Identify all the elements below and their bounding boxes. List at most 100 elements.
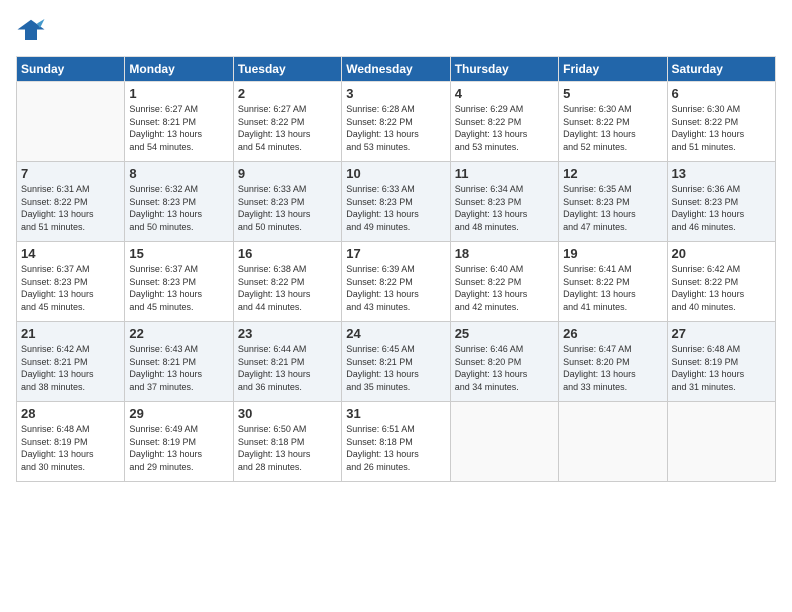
page: SundayMondayTuesdayWednesdayThursdayFrid… — [0, 0, 792, 612]
day-info: Sunrise: 6:37 AM Sunset: 8:23 PM Dayligh… — [129, 263, 228, 313]
day-number: 5 — [563, 86, 662, 101]
day-cell: 6 Sunrise: 6:30 AM Sunset: 8:22 PM Daylig… — [667, 82, 775, 162]
day-cell — [450, 402, 558, 482]
day-number: 25 — [455, 326, 554, 341]
day-number: 4 — [455, 86, 554, 101]
day-cell: 1 Sunrise: 6:27 AM Sunset: 8:21 PM Daylig… — [125, 82, 233, 162]
day-cell: 3 Sunrise: 6:28 AM Sunset: 8:22 PM Daylig… — [342, 82, 450, 162]
day-info: Sunrise: 6:28 AM Sunset: 8:22 PM Dayligh… — [346, 103, 445, 153]
col-header-saturday: Saturday — [667, 57, 775, 82]
day-number: 13 — [672, 166, 771, 181]
day-info: Sunrise: 6:37 AM Sunset: 8:23 PM Dayligh… — [21, 263, 120, 313]
day-info: Sunrise: 6:33 AM Sunset: 8:23 PM Dayligh… — [238, 183, 337, 233]
day-cell: 17 Sunrise: 6:39 AM Sunset: 8:22 PM Dayli… — [342, 242, 450, 322]
day-cell — [17, 82, 125, 162]
day-info: Sunrise: 6:47 AM Sunset: 8:20 PM Dayligh… — [563, 343, 662, 393]
day-number: 7 — [21, 166, 120, 181]
day-number: 2 — [238, 86, 337, 101]
day-cell: 12Sunrise: 6:35 AM Sunset: 8:23 PM Dayli… — [559, 162, 667, 242]
day-cell: 15 Sunrise: 6:37 AM Sunset: 8:23 PM Dayli… — [125, 242, 233, 322]
day-cell: 29Sunrise: 6:49 AM Sunset: 8:19 PM Dayli… — [125, 402, 233, 482]
day-number: 8 — [129, 166, 228, 181]
day-cell: 8 Sunrise: 6:32 AM Sunset: 8:23 PM Daylig… — [125, 162, 233, 242]
day-cell: 9 Sunrise: 6:33 AM Sunset: 8:23 PM Daylig… — [233, 162, 341, 242]
day-cell: 20 Sunrise: 6:42 AM Sunset: 8:22 PM Dayli… — [667, 242, 775, 322]
logo — [16, 16, 50, 46]
col-header-tuesday: Tuesday — [233, 57, 341, 82]
day-info: Sunrise: 6:38 AM Sunset: 8:22 PM Dayligh… — [238, 263, 337, 313]
day-number: 18 — [455, 246, 554, 261]
day-number: 29 — [129, 406, 228, 421]
day-info: Sunrise: 6:42 AM Sunset: 8:22 PM Dayligh… — [672, 263, 771, 313]
day-info: Sunrise: 6:29 AM Sunset: 8:22 PM Dayligh… — [455, 103, 554, 153]
day-cell: 13 Sunrise: 6:36 AM Sunset: 8:23 PM Dayli… — [667, 162, 775, 242]
day-cell: 21 Sunrise: 6:42 AM Sunset: 8:21 PM Dayli… — [17, 322, 125, 402]
day-info: Sunrise: 6:43 AM Sunset: 8:21 PM Dayligh… — [129, 343, 228, 393]
day-number: 28 — [21, 406, 120, 421]
day-number: 11 — [455, 166, 554, 181]
week-row-2: 7 Sunrise: 6:31 AM Sunset: 8:22 PM Daylig… — [17, 162, 776, 242]
day-cell: 11Sunrise: 6:34 AM Sunset: 8:23 PM Dayli… — [450, 162, 558, 242]
day-cell: 19Sunrise: 6:41 AM Sunset: 8:22 PM Dayli… — [559, 242, 667, 322]
day-number: 15 — [129, 246, 228, 261]
day-info: Sunrise: 6:31 AM Sunset: 8:22 PM Dayligh… — [21, 183, 120, 233]
day-number: 6 — [672, 86, 771, 101]
day-info: Sunrise: 6:30 AM Sunset: 8:22 PM Dayligh… — [672, 103, 771, 153]
col-header-thursday: Thursday — [450, 57, 558, 82]
day-info: Sunrise: 6:33 AM Sunset: 8:23 PM Dayligh… — [346, 183, 445, 233]
day-cell: 10 Sunrise: 6:33 AM Sunset: 8:23 PM Dayli… — [342, 162, 450, 242]
day-info: Sunrise: 6:27 AM Sunset: 8:21 PM Dayligh… — [129, 103, 228, 153]
day-number: 17 — [346, 246, 445, 261]
day-cell: 14 Sunrise: 6:37 AM Sunset: 8:23 PM Dayli… — [17, 242, 125, 322]
day-number: 19 — [563, 246, 662, 261]
week-row-1: 1 Sunrise: 6:27 AM Sunset: 8:21 PM Daylig… — [17, 82, 776, 162]
day-number: 14 — [21, 246, 120, 261]
day-info: Sunrise: 6:51 AM Sunset: 8:18 PM Dayligh… — [346, 423, 445, 473]
day-number: 9 — [238, 166, 337, 181]
day-info: Sunrise: 6:42 AM Sunset: 8:21 PM Dayligh… — [21, 343, 120, 393]
day-cell: 24 Sunrise: 6:45 AM Sunset: 8:21 PM Dayli… — [342, 322, 450, 402]
day-info: Sunrise: 6:35 AM Sunset: 8:23 PM Dayligh… — [563, 183, 662, 233]
day-cell: 4 Sunrise: 6:29 AM Sunset: 8:22 PM Daylig… — [450, 82, 558, 162]
day-number: 30 — [238, 406, 337, 421]
day-cell — [667, 402, 775, 482]
day-info: Sunrise: 6:45 AM Sunset: 8:21 PM Dayligh… — [346, 343, 445, 393]
day-cell: 23Sunrise: 6:44 AM Sunset: 8:21 PM Dayli… — [233, 322, 341, 402]
col-header-friday: Friday — [559, 57, 667, 82]
day-cell: 27 Sunrise: 6:48 AM Sunset: 8:19 PM Dayli… — [667, 322, 775, 402]
day-cell: 7 Sunrise: 6:31 AM Sunset: 8:22 PM Daylig… — [17, 162, 125, 242]
day-cell: 18Sunrise: 6:40 AM Sunset: 8:22 PM Dayli… — [450, 242, 558, 322]
day-info: Sunrise: 6:32 AM Sunset: 8:23 PM Dayligh… — [129, 183, 228, 233]
day-cell — [559, 402, 667, 482]
day-cell: 5 Sunrise: 6:30 AM Sunset: 8:22 PM Daylig… — [559, 82, 667, 162]
header — [16, 16, 776, 46]
day-cell: 22Sunrise: 6:43 AM Sunset: 8:21 PM Dayli… — [125, 322, 233, 402]
header-row: SundayMondayTuesdayWednesdayThursdayFrid… — [17, 57, 776, 82]
day-info: Sunrise: 6:50 AM Sunset: 8:18 PM Dayligh… — [238, 423, 337, 473]
day-cell: 26 Sunrise: 6:47 AM Sunset: 8:20 PM Dayli… — [559, 322, 667, 402]
day-number: 27 — [672, 326, 771, 341]
day-number: 21 — [21, 326, 120, 341]
day-number: 24 — [346, 326, 445, 341]
day-cell: 16 Sunrise: 6:38 AM Sunset: 8:22 PM Dayli… — [233, 242, 341, 322]
day-number: 20 — [672, 246, 771, 261]
day-number: 26 — [563, 326, 662, 341]
week-row-4: 21 Sunrise: 6:42 AM Sunset: 8:21 PM Dayli… — [17, 322, 776, 402]
day-cell: 30 Sunrise: 6:50 AM Sunset: 8:18 PM Dayli… — [233, 402, 341, 482]
day-info: Sunrise: 6:39 AM Sunset: 8:22 PM Dayligh… — [346, 263, 445, 313]
day-info: Sunrise: 6:36 AM Sunset: 8:23 PM Dayligh… — [672, 183, 771, 233]
day-info: Sunrise: 6:46 AM Sunset: 8:20 PM Dayligh… — [455, 343, 554, 393]
day-cell: 28 Sunrise: 6:48 AM Sunset: 8:19 PM Dayli… — [17, 402, 125, 482]
day-number: 10 — [346, 166, 445, 181]
day-number: 16 — [238, 246, 337, 261]
day-number: 31 — [346, 406, 445, 421]
day-info: Sunrise: 6:48 AM Sunset: 8:19 PM Dayligh… — [21, 423, 120, 473]
calendar-table: SundayMondayTuesdayWednesdayThursdayFrid… — [16, 56, 776, 482]
day-number: 3 — [346, 86, 445, 101]
day-number: 1 — [129, 86, 228, 101]
day-cell: 2Sunrise: 6:27 AM Sunset: 8:22 PM Daylig… — [233, 82, 341, 162]
col-header-sunday: Sunday — [17, 57, 125, 82]
day-info: Sunrise: 6:30 AM Sunset: 8:22 PM Dayligh… — [563, 103, 662, 153]
day-info: Sunrise: 6:48 AM Sunset: 8:19 PM Dayligh… — [672, 343, 771, 393]
logo-bird-icon — [16, 16, 46, 46]
